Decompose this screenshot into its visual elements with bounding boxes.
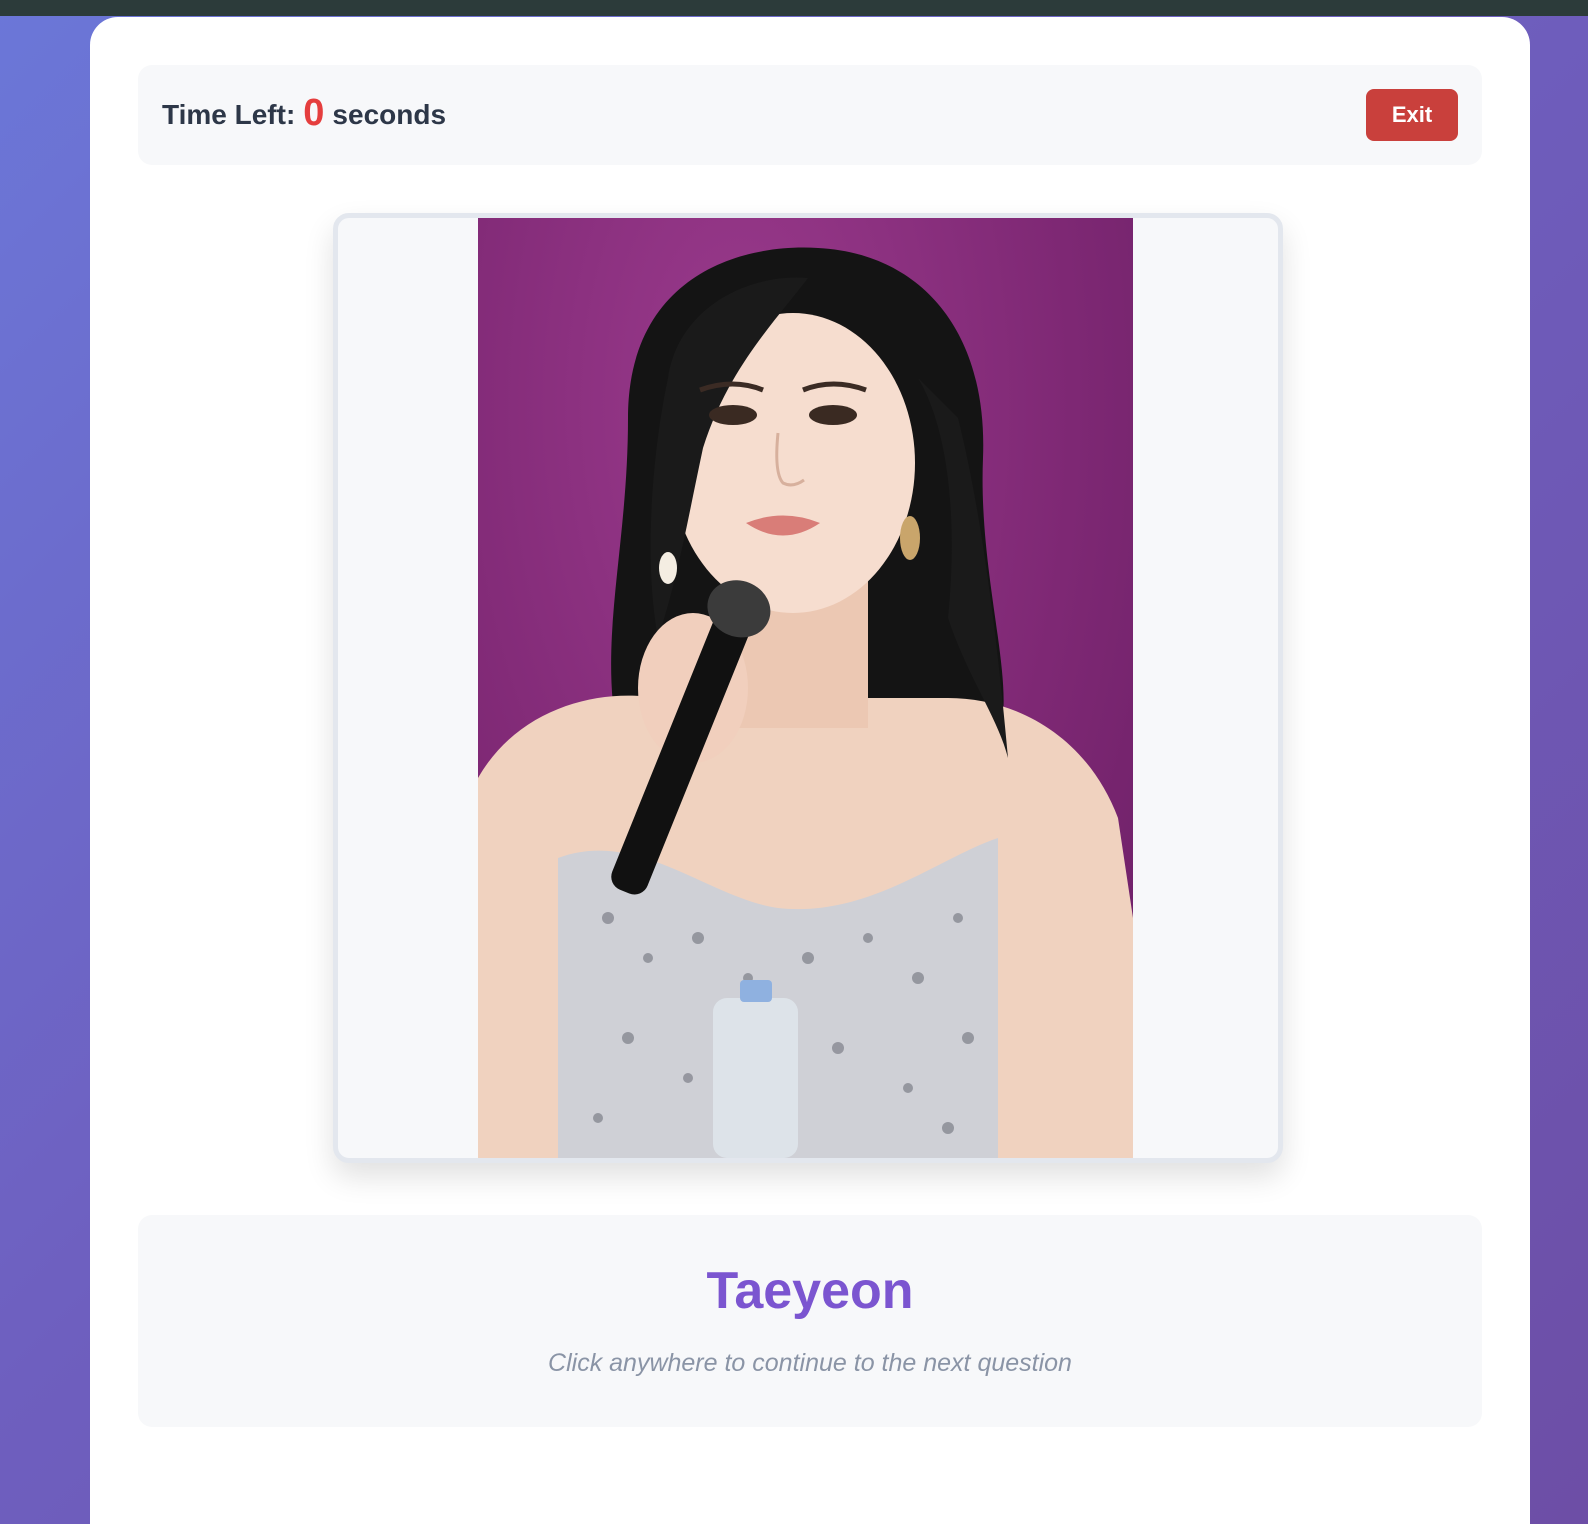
timer-label: Time Left:	[162, 99, 296, 130]
timer-unit: seconds	[332, 99, 447, 130]
continue-hint: Click anywhere to continue to the next q…	[548, 1349, 1072, 1377]
artist-photo	[478, 218, 1133, 1158]
artist-photo-illustration	[478, 247, 1133, 1158]
answer-name: Taeyeon	[706, 1262, 914, 1320]
answer-panel: Taeyeon Click anywhere to continue to th…	[138, 1215, 1482, 1427]
quiz-card[interactable]: Time Left: 0 seconds Exit Taeyeon Click …	[90, 17, 1530, 1524]
photo-frame	[333, 213, 1283, 1163]
browser-top-bar	[0, 0, 1588, 16]
timer: Time Left: 0 seconds	[162, 65, 446, 165]
timer-value: 0	[303, 91, 325, 134]
quiz-header: Time Left: 0 seconds Exit	[138, 65, 1482, 165]
exit-button[interactable]: Exit	[1366, 89, 1458, 141]
